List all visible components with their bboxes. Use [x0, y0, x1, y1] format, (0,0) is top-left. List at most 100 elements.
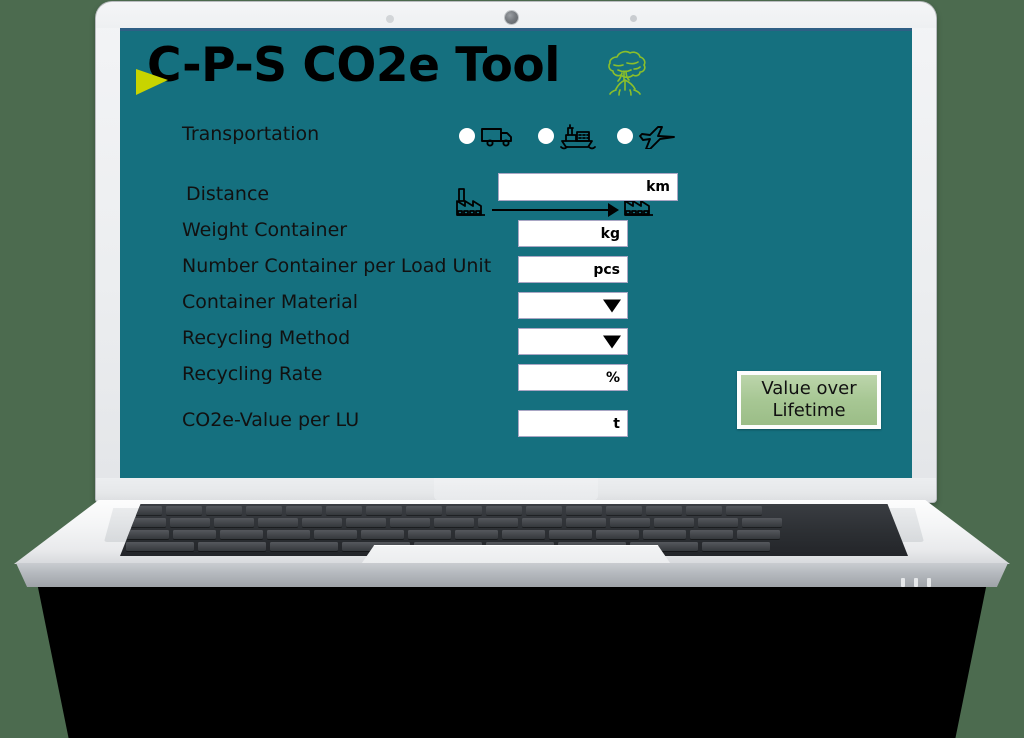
container-material-dropdown[interactable]: [518, 292, 628, 319]
keyboard-key: [258, 518, 298, 527]
keyboard-key: [698, 518, 738, 527]
laptop-hinge: [434, 478, 598, 500]
keyboard-key: [643, 530, 686, 539]
field-row-number-container: Number Container per Load Unit pcs: [120, 255, 912, 285]
recycling-rate-input[interactable]: %: [518, 364, 628, 391]
number-container-label: Number Container per Load Unit: [182, 255, 492, 277]
keyboard-key: [606, 506, 642, 515]
weight-container-unit: kg: [600, 225, 620, 242]
status-led-icon: [927, 578, 931, 587]
keyboard-key: [170, 518, 210, 527]
keyboard-key: [596, 530, 639, 539]
recycling-rate-unit: %: [605, 369, 620, 386]
keyboard-key: [173, 530, 216, 539]
chevron-down-icon: [603, 299, 621, 312]
recycling-method-label: Recycling Method: [182, 327, 351, 349]
keyboard-key: [686, 506, 722, 515]
keyboard-key: [502, 530, 545, 539]
field-row-container-material: Container Material: [120, 291, 912, 321]
number-container-input[interactable]: pcs: [518, 256, 628, 283]
keyboard-key: [366, 506, 402, 515]
radio-truck[interactable]: [459, 128, 475, 144]
keyboard-key: [446, 506, 482, 515]
keyboard-key: [220, 530, 263, 539]
laptop-mockup: C-P-S CO2e Tool Transportation Distance …: [0, 0, 1024, 738]
radio-plane[interactable]: [617, 128, 633, 144]
indicator-dot-icon: [386, 15, 394, 23]
indicator-dot-icon: [630, 15, 637, 22]
recycling-method-dropdown[interactable]: [518, 328, 628, 355]
factory-icon: [456, 188, 485, 216]
button-line-1: Value over: [761, 378, 857, 400]
green-triangle-logo: [136, 69, 168, 95]
status-led-icon: [914, 578, 918, 587]
field-row-weight-container: Weight Container kg: [120, 219, 912, 249]
status-led-icon: [901, 578, 905, 587]
page-title: C-P-S CO2e Tool: [147, 38, 560, 93]
number-container-unit: pcs: [593, 261, 620, 278]
co2e-value-unit: t: [613, 415, 620, 432]
keyboard-key: [610, 518, 650, 527]
keyboard-key: [742, 518, 782, 527]
keyboard-key: [566, 518, 606, 527]
keyboard-key: [214, 518, 254, 527]
keyboard-key: [198, 542, 266, 551]
keyboard-key: [526, 506, 562, 515]
keyboard-key: [390, 518, 430, 527]
ship-icon[interactable]: [559, 123, 597, 151]
radio-ship[interactable]: [538, 128, 554, 144]
keyboard-key: [166, 506, 202, 515]
keyboard-key: [206, 506, 242, 515]
keyboard-key: [654, 518, 694, 527]
tree-icon: [608, 50, 646, 96]
keyboard-key: [566, 506, 602, 515]
co2e-value-input[interactable]: t: [518, 410, 628, 437]
keyboard-key: [126, 530, 169, 539]
keyboard-key: [302, 518, 342, 527]
keyboard-key: [646, 506, 682, 515]
transportation-label: Transportation: [182, 123, 320, 145]
recycling-rate-label: Recycling Rate: [182, 363, 323, 385]
arrow-right-icon: [492, 209, 610, 211]
co2e-value-label: CO2e-Value per LU: [182, 409, 360, 431]
keyboard-key: [486, 506, 522, 515]
keyboard-key: [702, 542, 770, 551]
keyboard-key: [549, 530, 592, 539]
keyboard-key: [286, 506, 322, 515]
distance-input[interactable]: km: [498, 173, 678, 201]
field-row-recycling-method: Recycling Method: [120, 327, 912, 357]
plane-icon[interactable]: [638, 125, 676, 149]
truck-icon[interactable]: [480, 125, 516, 149]
button-line-2: Lifetime: [772, 400, 846, 421]
container-material-label: Container Material: [182, 291, 359, 313]
transportation-row: Transportation: [120, 123, 912, 153]
keyboard-key: [326, 506, 362, 515]
keyboard-key: [126, 542, 194, 551]
keyboard-key: [690, 530, 733, 539]
keyboard-key: [737, 530, 780, 539]
weight-container-input[interactable]: kg: [518, 220, 628, 247]
distance-label: Distance: [186, 183, 270, 205]
chevron-down-icon: [603, 335, 621, 348]
keyboard-key: [346, 518, 386, 527]
arrow-head-icon: [608, 203, 619, 217]
keyboard-key: [408, 530, 451, 539]
keyboard-key: [270, 542, 338, 551]
keyboard-key: [522, 518, 562, 527]
keyboard-key: [406, 506, 442, 515]
keyboard-key: [361, 530, 404, 539]
keyboard-key: [726, 506, 762, 515]
distance-row: Distance km: [120, 173, 912, 221]
keyboard-key: [246, 506, 282, 515]
laptop-front-edge: [16, 563, 1008, 587]
keyboard-key: [455, 530, 498, 539]
value-over-lifetime-button[interactable]: Value over Lifetime: [737, 371, 881, 429]
distance-unit: km: [646, 179, 670, 195]
webcam-icon: [505, 11, 518, 24]
app-screen: C-P-S CO2e Tool Transportation Distance …: [120, 31, 912, 478]
keyboard-key: [434, 518, 474, 527]
keyboard-key: [314, 530, 357, 539]
keyboard-key: [478, 518, 518, 527]
weight-container-label: Weight Container: [182, 219, 348, 241]
keyboard-key: [267, 530, 310, 539]
